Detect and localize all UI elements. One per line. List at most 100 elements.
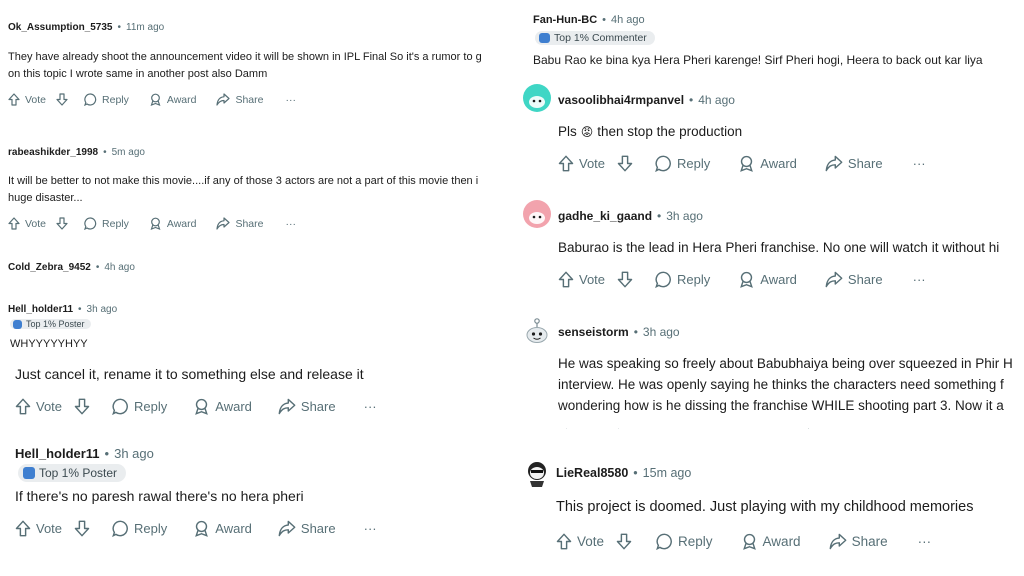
award-button[interactable]: Award <box>193 398 252 415</box>
comment-header: Hell_holder11 • 3h ago <box>8 304 118 315</box>
username[interactable]: Ok_Assumption_5735 <box>8 22 113 33</box>
award-button[interactable]: Award <box>741 533 801 550</box>
reply-button[interactable]: Reply <box>84 217 129 230</box>
more-options-button[interactable]: ··· <box>918 534 932 549</box>
comment-text-line: Babu Rao ke bina kya Hera Pheri karenge!… <box>533 53 983 67</box>
share-icon <box>216 217 231 230</box>
arrow-down-icon <box>56 93 68 106</box>
award-icon <box>742 533 756 550</box>
comment-header: LieReal8580 • 15m ago <box>556 466 692 480</box>
username[interactable]: LieReal8580 <box>556 466 628 480</box>
chat-bubble-icon <box>112 520 128 537</box>
award-icon <box>150 93 161 106</box>
downvote-button[interactable] <box>74 398 90 415</box>
username[interactable]: Hell_holder11 <box>8 304 73 315</box>
share-label: Share <box>847 272 883 287</box>
downvote-button[interactable] <box>74 520 90 537</box>
snoo-avatar-icon <box>529 96 545 108</box>
upvote-button[interactable]: Vote <box>8 93 46 106</box>
award-button[interactable]: Award <box>149 217 196 230</box>
arrow-down-icon <box>74 520 90 537</box>
username[interactable]: Cold_Zebra_9452 <box>8 262 91 273</box>
vote-label: Vote <box>25 217 47 230</box>
snoo-avatar-icon <box>526 318 548 343</box>
reply-button[interactable]: Reply <box>655 271 710 288</box>
more-options-button[interactable]: ··· <box>364 399 377 414</box>
username[interactable]: Fan-Hun-BC <box>533 14 597 26</box>
downvote-button[interactable] <box>56 217 68 230</box>
award-label: Award <box>215 521 252 536</box>
downvote-button[interactable] <box>617 271 633 288</box>
downvote-button[interactable] <box>616 533 632 550</box>
timestamp: 4h ago <box>698 93 735 107</box>
reply-button[interactable]: Reply <box>655 155 710 172</box>
award-button[interactable]: Award <box>738 271 797 288</box>
comment-header: vasoolibhai4rmpanvel • 4h ago <box>558 93 735 107</box>
timestamp: 4h ago <box>104 262 135 273</box>
reply-button[interactable]: Reply <box>112 520 167 537</box>
username[interactable]: gadhe_ki_gaand <box>558 209 652 223</box>
award-button[interactable]: Award <box>193 520 252 537</box>
avatar[interactable] <box>523 84 551 112</box>
share-button[interactable]: Share <box>825 271 883 288</box>
share-button[interactable]: Share <box>278 398 336 415</box>
right-screenshot-panel: Fan-Hun-BC • 4h ago Top 1% Commenter Bab… <box>522 0 1024 576</box>
chat-bubble-icon <box>84 93 97 106</box>
more-options-button[interactable]: ··· <box>913 156 926 171</box>
arrow-down-icon <box>616 533 632 550</box>
username[interactable]: rabeashikder_1998 <box>8 147 98 158</box>
vote-label: Vote <box>36 521 63 536</box>
comment-text-before: Pls <box>558 124 577 139</box>
top-poster-icon <box>13 319 22 329</box>
share-button[interactable]: Share <box>216 217 264 230</box>
comment-header: Cold_Zebra_9452 • 4h ago <box>8 262 135 273</box>
comment-text-line: He was speaking so freely about Babubhai… <box>558 356 1013 371</box>
clipped-action-row <box>558 425 858 429</box>
comment-text-line: They have already shoot the announcement… <box>8 51 482 63</box>
avatar[interactable] <box>523 457 551 489</box>
timestamp: 3h ago <box>666 209 703 223</box>
snoo-avatar-icon <box>529 212 545 224</box>
reply-button[interactable]: Reply <box>656 533 713 550</box>
upvote-button[interactable]: Vote <box>558 155 605 172</box>
award-icon <box>740 271 754 288</box>
chat-bubble-icon <box>655 271 671 288</box>
reply-button[interactable]: Reply <box>84 93 129 106</box>
comment-text-after: then stop the production <box>597 124 743 139</box>
snoo-avatar-icon <box>528 462 546 487</box>
reply-button[interactable]: Reply <box>112 398 167 415</box>
more-options-button[interactable]: ··· <box>286 94 297 106</box>
share-button[interactable]: Share <box>278 520 336 537</box>
vote-label: Vote <box>577 534 605 549</box>
upvote-button[interactable]: Vote <box>15 520 62 537</box>
badge-label: Top 1% Commenter <box>554 32 647 44</box>
share-button[interactable]: Share <box>825 155 883 172</box>
chat-bubble-icon <box>112 398 128 415</box>
username[interactable]: Hell_holder11 <box>15 446 100 461</box>
share-label: Share <box>235 217 264 230</box>
more-options-button[interactable]: ··· <box>364 521 377 536</box>
award-button[interactable]: Award <box>149 93 196 106</box>
upvote-button[interactable]: Vote <box>558 271 605 288</box>
share-button[interactable]: Share <box>829 533 888 550</box>
arrow-up-icon <box>15 398 31 415</box>
arrow-up-icon <box>558 271 574 288</box>
comment-text-line: Pls 😡 then stop the production <box>558 124 742 139</box>
comment-text-line: If there's no paresh rawal there's no he… <box>15 488 304 504</box>
share-button[interactable]: Share <box>216 93 264 106</box>
award-button[interactable]: Award <box>738 155 797 172</box>
more-options-button[interactable]: ··· <box>913 272 926 287</box>
downvote-button[interactable] <box>617 155 633 172</box>
timestamp: 11m ago <box>126 22 165 33</box>
comment-text-line: wondering how is he dissing the franchis… <box>558 398 1004 413</box>
username[interactable]: senseistorm <box>558 325 629 339</box>
username[interactable]: vasoolibhai4rmpanvel <box>558 93 684 107</box>
downvote-button[interactable] <box>56 93 68 106</box>
upvote-button[interactable]: Vote <box>15 398 62 415</box>
upvote-button[interactable]: Vote <box>556 533 604 550</box>
avatar[interactable] <box>523 200 551 228</box>
upvote-button[interactable]: Vote <box>8 217 46 230</box>
more-options-button[interactable]: ··· <box>286 218 297 230</box>
avatar[interactable] <box>523 316 551 346</box>
comment-actions: Vote Reply Award Share ··· <box>558 271 926 288</box>
